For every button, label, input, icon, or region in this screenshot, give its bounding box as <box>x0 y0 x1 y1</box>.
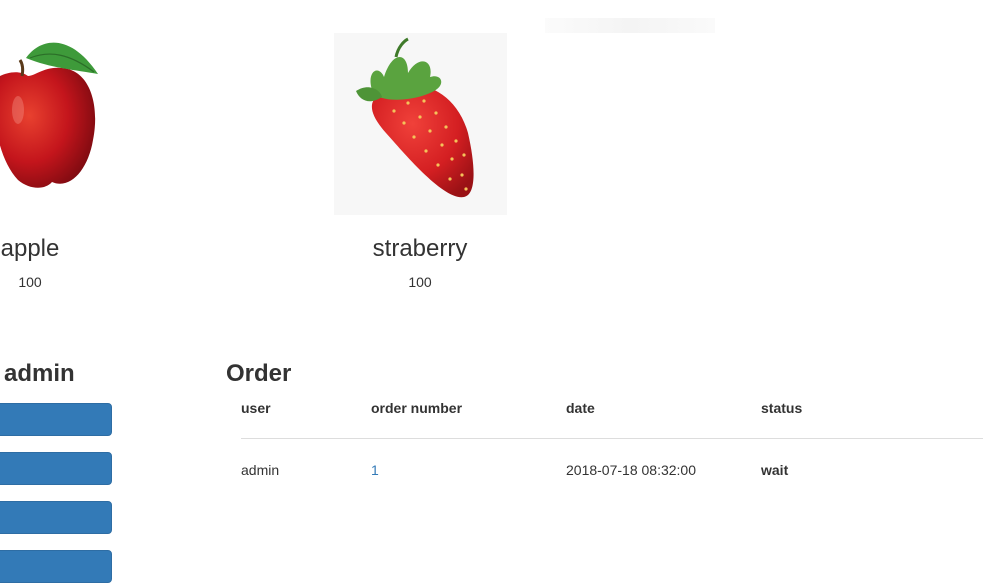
column-header-order-number: order number <box>371 400 463 416</box>
table-row: admin 1 2018-07-18 08:32:00 wait <box>241 454 983 500</box>
order-number-link[interactable]: 1 <box>371 462 379 478</box>
column-header-status: status <box>761 400 803 416</box>
apple-image[interactable] <box>0 30 102 198</box>
column-header-date: date <box>566 400 595 416</box>
order-date: 2018-07-18 08:32:00 <box>566 462 696 478</box>
product-name: apple <box>0 235 60 262</box>
product-image <box>545 18 715 33</box>
order-title: Order <box>226 360 292 387</box>
product-price: 100 <box>18 274 42 290</box>
sidebar-button[interactable] <box>0 452 112 485</box>
page: apple 100 straberry 100 admin Order user… <box>0 0 983 586</box>
order-table: user order number date status admin 1 20… <box>241 392 983 500</box>
product-name: straberry <box>372 235 468 262</box>
order-number-cell: 1 <box>371 454 379 486</box>
sidebar-button[interactable]: s <box>0 501 112 534</box>
strawberry-image[interactable] <box>334 33 507 215</box>
column-header-user: user <box>241 400 271 416</box>
product-price: 100 <box>408 274 432 290</box>
order-status: wait <box>761 462 789 478</box>
sidebar-button[interactable] <box>0 550 112 583</box>
order-user: admin <box>241 462 280 478</box>
sidebar-button[interactable]: t <box>0 403 112 436</box>
table-header: user order number date status <box>241 392 983 439</box>
sidebar-title: admin <box>4 360 75 387</box>
